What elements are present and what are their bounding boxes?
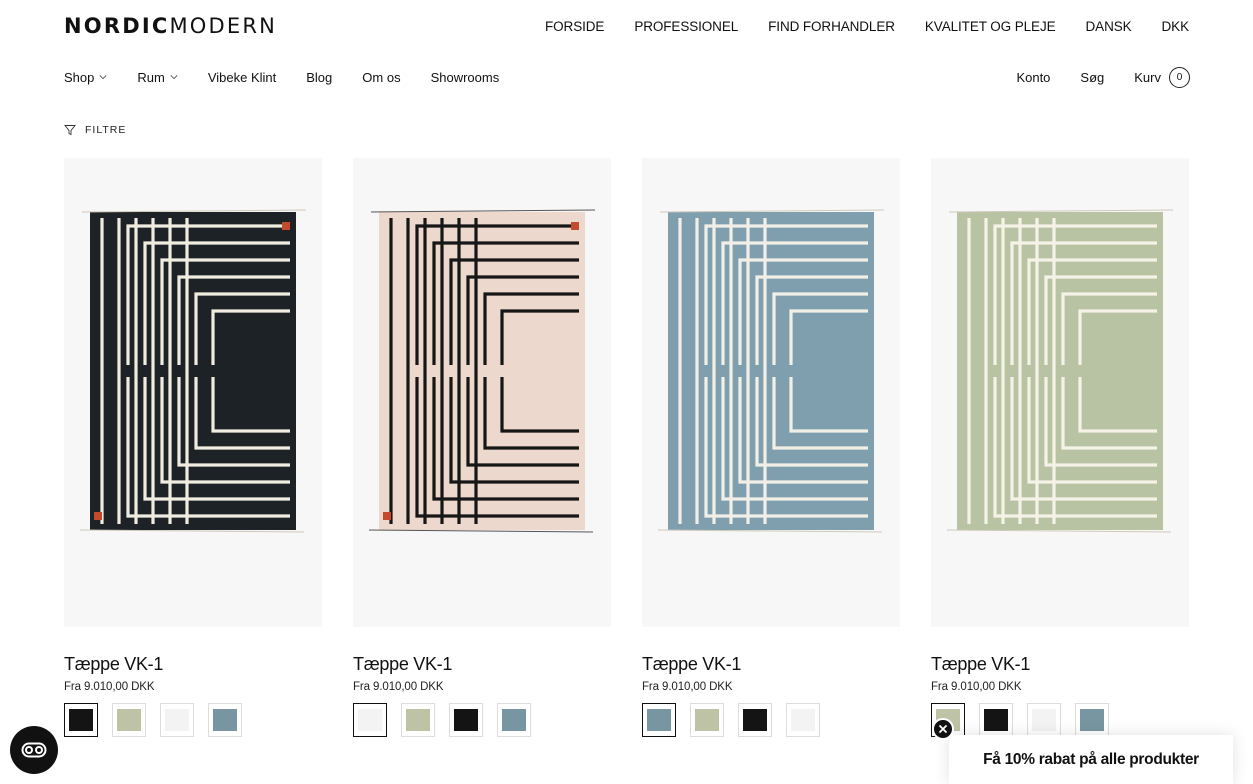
swatch-black[interactable] <box>738 703 772 737</box>
product-image[interactable] <box>353 158 611 627</box>
swatch-fill <box>1080 709 1104 731</box>
swatch-black[interactable] <box>449 703 483 737</box>
color-swatches <box>353 703 611 737</box>
top-nav-professionel[interactable]: PROFESSIONEL <box>634 19 738 34</box>
product-card[interactable]: Tæppe VK-1 Fra 9.010,00 DKK <box>931 158 1189 737</box>
product-title[interactable]: Tæppe VK-1 <box>931 654 1189 676</box>
nav-item-rum[interactable]: Rum <box>137 69 178 85</box>
swatch-blue[interactable] <box>208 703 242 737</box>
promo-close-button[interactable] <box>932 718 954 740</box>
swatch-fill <box>791 709 815 731</box>
product-image[interactable] <box>642 158 900 627</box>
nav-item-shop[interactable]: Shop <box>64 70 107 85</box>
filter-label: FILTRE <box>85 124 127 136</box>
swatch-fill <box>165 709 189 731</box>
main-nav: Shop Rum Vibeke Klint Blog Om os Showroo… <box>64 66 1190 88</box>
product-price: Fra 9.010,00 DKK <box>931 681 1022 693</box>
account-link[interactable]: Konto <box>1016 70 1050 85</box>
product-price: Fra 9.010,00 DKK <box>64 681 155 693</box>
nav-item-vibeke-klint[interactable]: Vibeke Klint <box>208 70 276 85</box>
top-nav: FORSIDE PROFESSIONEL FIND FORHANDLER KVA… <box>545 19 1189 34</box>
product-title[interactable]: Tæppe VK-1 <box>353 654 611 676</box>
cart-label: Kurv <box>1134 69 1161 85</box>
product-price: Fra 9.010,00 DKK <box>353 681 444 693</box>
product-grid: Tæppe VK-1 Fra 9.010,00 DKK Tæppe VK-1 F… <box>64 158 1189 758</box>
swatch-white[interactable] <box>353 703 387 737</box>
swatch-blue[interactable] <box>642 703 676 737</box>
swatch-blue[interactable] <box>497 703 531 737</box>
currency-selector[interactable]: DKK <box>1162 19 1190 34</box>
rug-accent <box>94 512 102 520</box>
rug-image <box>946 209 1174 533</box>
swatch-white[interactable] <box>786 703 820 737</box>
nav-shop-label: Shop <box>64 69 95 85</box>
rug-image <box>79 209 307 533</box>
swatch-fill <box>358 709 382 731</box>
swatch-sage[interactable] <box>112 703 146 737</box>
color-swatches <box>931 703 1189 737</box>
product-card[interactable]: Tæppe VK-1 Fra 9.010,00 DKK <box>64 158 322 737</box>
product-card[interactable]: Tæppe VK-1 Fra 9.010,00 DKK <box>353 158 611 737</box>
nav-item-showrooms[interactable]: Showrooms <box>431 70 500 85</box>
swatch-fill <box>406 709 430 731</box>
swatch-white[interactable] <box>1027 703 1061 737</box>
rug-accent <box>383 512 391 520</box>
swatch-fill <box>454 709 478 731</box>
swatch-fill <box>502 709 526 731</box>
swatch-fill <box>1032 709 1056 731</box>
rug-image <box>368 209 596 533</box>
search-link[interactable]: Søg <box>1080 70 1104 85</box>
promo-text: Få 10% rabat på alle produkter <box>983 750 1199 768</box>
swatch-fill <box>647 709 671 731</box>
swatch-fill <box>213 709 237 731</box>
nav-rum-label: Rum <box>137 69 165 85</box>
rug-image <box>657 209 885 533</box>
accessibility-button[interactable] <box>10 726 58 774</box>
swatch-white[interactable] <box>160 703 194 737</box>
color-swatches <box>642 703 900 737</box>
product-card[interactable]: Tæppe VK-1 Fra 9.010,00 DKK <box>642 158 900 737</box>
top-nav-forside[interactable]: FORSIDE <box>545 19 604 34</box>
cart-count-badge: 0 <box>1169 66 1190 88</box>
chevron-down-icon <box>99 75 107 80</box>
swatch-black[interactable] <box>979 703 1013 737</box>
swatch-blue[interactable] <box>1075 703 1109 737</box>
product-image[interactable] <box>64 158 322 627</box>
logo-bold: NORDIC <box>64 14 170 38</box>
main-nav-left: Shop Rum Vibeke Klint Blog Om os Showroo… <box>64 70 529 85</box>
swatch-sage[interactable] <box>690 703 724 737</box>
swatch-fill <box>743 709 767 731</box>
swatch-fill <box>984 709 1008 731</box>
nav-item-om-os[interactable]: Om os <box>362 70 400 85</box>
filter-funnel-icon <box>64 125 76 136</box>
swatch-sage[interactable] <box>401 703 435 737</box>
swatch-black[interactable] <box>64 703 98 737</box>
main-nav-right: Konto Søg Kurv 0 <box>986 66 1190 88</box>
promo-banner[interactable]: Få 10% rabat på alle produkter <box>949 735 1233 784</box>
swatch-fill <box>695 709 719 731</box>
rug-accent <box>282 222 290 230</box>
accessibility-eye-icon <box>21 742 47 758</box>
product-title[interactable]: Tæppe VK-1 <box>64 654 322 676</box>
chevron-down-icon <box>170 75 178 80</box>
cart-link[interactable]: Kurv 0 <box>1134 66 1190 88</box>
swatch-fill <box>117 709 141 731</box>
nav-item-blog[interactable]: Blog <box>306 70 332 85</box>
logo-light: MODERN <box>169 14 278 38</box>
filter-button[interactable]: FILTRE <box>64 123 126 137</box>
brand-logo[interactable]: NORDICMODERN <box>64 14 277 38</box>
language-selector[interactable]: DANSK <box>1086 19 1132 34</box>
top-nav-find-forhandler[interactable]: FIND FORHANDLER <box>768 19 895 34</box>
rug-accent <box>571 222 579 230</box>
product-price: Fra 9.010,00 DKK <box>642 681 733 693</box>
color-swatches <box>64 703 322 737</box>
top-bar: NORDICMODERN FORSIDE PROFESSIONEL FIND F… <box>64 14 1189 38</box>
product-image[interactable] <box>931 158 1189 627</box>
top-nav-kvalitet[interactable]: KVALITET OG PLEJE <box>925 19 1056 34</box>
swatch-fill <box>69 709 93 731</box>
close-icon <box>938 724 948 734</box>
product-title[interactable]: Tæppe VK-1 <box>642 654 900 676</box>
